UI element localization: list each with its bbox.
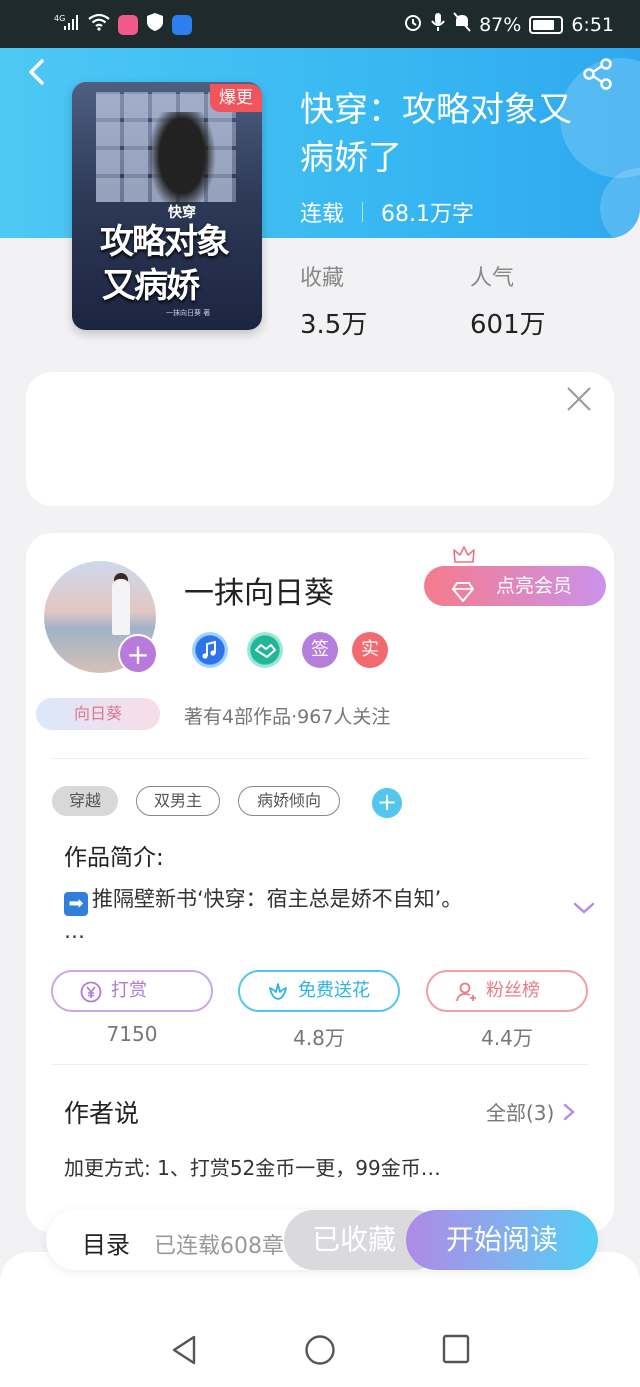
- author-says-text[interactable]: 加更方式: 1、打赏52金币一更，99金币…: [64, 1152, 441, 1181]
- start-reading-button[interactable]: 开始阅读: [406, 1210, 598, 1270]
- fans-label: 粉丝榜: [486, 980, 540, 1001]
- stat-label: 人气: [470, 266, 515, 291]
- tip-button[interactable]: 打赏: [51, 970, 213, 1012]
- app-notification-icon: [118, 14, 138, 35]
- cover-text-line1: 攻略对象: [100, 222, 230, 262]
- divider: [52, 1064, 588, 1065]
- fans-count: 4.4万: [481, 1026, 533, 1050]
- vip-button[interactable]: 点亮会员: [424, 566, 606, 606]
- verified-medal-icon[interactable]: 实: [352, 632, 388, 668]
- author-name[interactable]: 一抹向日葵: [184, 568, 334, 612]
- battery-icon: [529, 15, 564, 34]
- arrow-right-icon: ➡: [64, 892, 88, 916]
- author-says-all-link[interactable]: 全部(3): [486, 1097, 576, 1126]
- svg-text:4G: 4G: [54, 14, 65, 23]
- cover-author-text: 一抹向日葵 著: [166, 309, 211, 317]
- chevron-right-icon: [564, 1103, 576, 1120]
- mute-bell-icon: [453, 12, 471, 37]
- fans-rank-button[interactable]: 粉丝榜: [426, 970, 588, 1012]
- bulb-app-icon: [172, 14, 192, 35]
- send-flower-button[interactable]: 免费送花: [238, 970, 400, 1012]
- crown-icon: [453, 546, 475, 564]
- book-cover[interactable]: 快穿 攻略对象 又病娇 一抹向日葵 著: [72, 82, 262, 330]
- tag-chip[interactable]: 病娇倾向: [238, 786, 340, 816]
- tip-label: 打赏: [111, 980, 147, 1001]
- stat-favorites: 收藏 3.5万: [300, 260, 367, 341]
- author-fan-tag: 向日葵: [36, 698, 160, 730]
- alarm-icon: [403, 12, 423, 37]
- hot-update-badge: 爆更: [210, 84, 262, 112]
- battery-percent: 87%: [479, 13, 522, 36]
- close-icon[interactable]: [566, 386, 592, 412]
- serial-chapters[interactable]: 已连载608章: [154, 1228, 288, 1260]
- stat-label: 收藏: [300, 266, 345, 291]
- fans-icon: [456, 982, 476, 1002]
- music-medal-icon[interactable]: [192, 632, 228, 668]
- signal-icon: 4G: [54, 13, 80, 36]
- flower-count: 4.8万: [293, 1026, 345, 1050]
- vip-label: 点亮会员: [496, 575, 573, 597]
- flower-label: 免费送花: [298, 980, 370, 1001]
- tip-count: 7150: [106, 1022, 158, 1046]
- tag-chip[interactable]: 穿越: [52, 786, 118, 816]
- intro-ellipsis: …: [64, 919, 85, 943]
- chevron-down-icon[interactable]: [572, 900, 596, 916]
- back-icon[interactable]: [26, 58, 50, 86]
- status-divider: [362, 202, 364, 222]
- flower-icon: [269, 983, 287, 1000]
- tag-chip[interactable]: 双男主: [136, 786, 220, 816]
- shield-icon: [146, 12, 164, 37]
- cover-text-line2: 又病娇: [102, 266, 200, 306]
- diamond-icon: [452, 576, 474, 602]
- stat-popularity: 人气 601万: [470, 260, 546, 341]
- toc-button[interactable]: 目录: [82, 1225, 130, 1260]
- all-label: 全部(3): [486, 1101, 555, 1125]
- sign-medal-icon[interactable]: 签: [302, 632, 338, 668]
- handshake-medal-icon[interactable]: [247, 632, 283, 668]
- clock: 6:51: [571, 13, 614, 36]
- serial-status: 连载: [300, 202, 345, 227]
- book-status-line: 连载 68.1万字: [300, 196, 474, 228]
- recents-square-icon[interactable]: [442, 1334, 470, 1368]
- yen-icon: [80, 981, 102, 1003]
- divider: [52, 758, 588, 759]
- follow-plus-icon[interactable]: +: [118, 634, 158, 674]
- intro-heading: 作品简介:: [64, 845, 164, 871]
- word-count: 68.1万字: [381, 202, 475, 227]
- book-title: 快穿：攻略对象又病娇了: [300, 90, 572, 178]
- intro-text[interactable]: ➡ 推隔壁新书‘快穿：宿主总是娇不自知’。 …: [64, 884, 524, 946]
- ad-card: [26, 372, 614, 506]
- intro-body: 推隔壁新书‘快穿：宿主总是娇不自知’。: [92, 887, 463, 911]
- home-circle-icon[interactable]: [304, 1334, 336, 1370]
- back-triangle-icon[interactable]: [170, 1334, 198, 1370]
- microphone-icon: [431, 12, 445, 37]
- stat-value: 3.5万: [300, 310, 368, 340]
- author-works-info: 著有4部作品·967人关注: [184, 706, 391, 728]
- add-tag-icon[interactable]: +: [372, 788, 402, 818]
- stat-value: 601万: [470, 310, 546, 340]
- status-bar: 4G 87% 6:51: [0, 0, 640, 48]
- author-says-heading: 作者说: [64, 1099, 140, 1128]
- wifi-icon: [88, 13, 110, 36]
